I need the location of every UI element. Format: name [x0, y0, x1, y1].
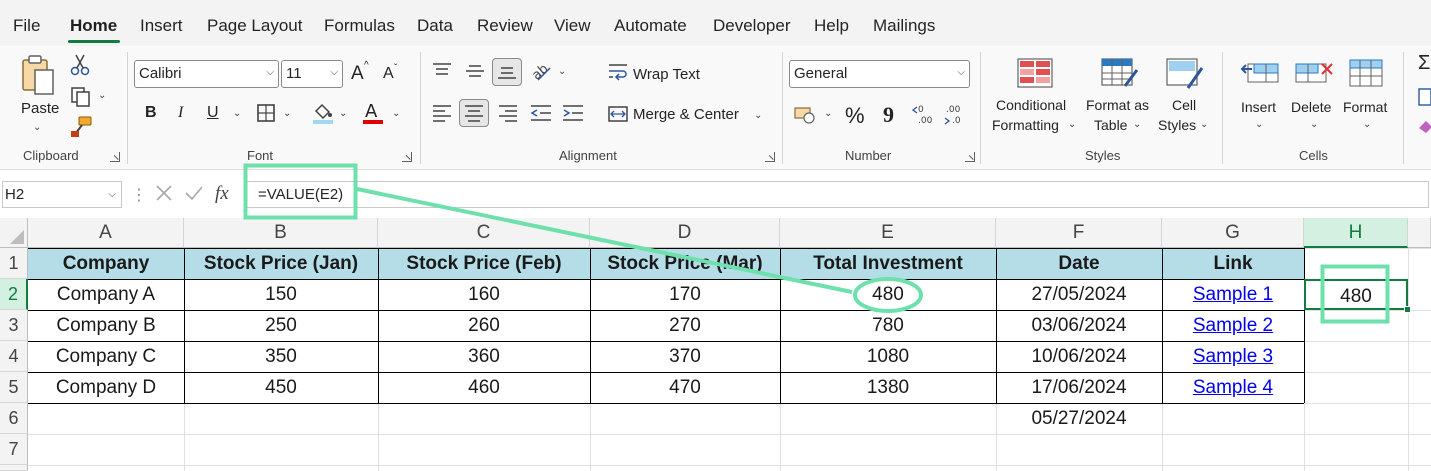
formula-highlight-box	[243, 163, 358, 220]
e2-highlight-ellipse	[853, 277, 923, 313]
annotation-overlay	[243, 163, 1390, 324]
h2-highlight-box	[1320, 264, 1390, 324]
annotation-arrow-line	[356, 187, 853, 294]
